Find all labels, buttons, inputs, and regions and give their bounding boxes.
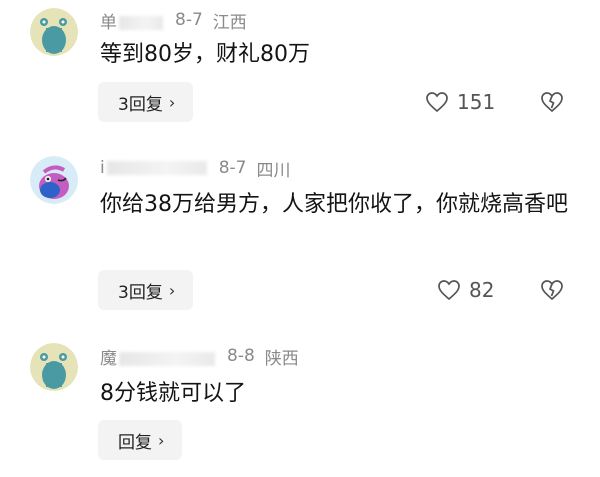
comment-meta: i 8-7 四川 — [100, 156, 291, 181]
comment-location: 陕西 — [264, 348, 299, 369]
chevron-right-icon: › — [158, 430, 165, 450]
comment-meta: 单 8-7 江西 — [100, 8, 247, 33]
reply-button[interactable]: 回复 › — [98, 420, 183, 460]
replies-button[interactable]: 3回复 › — [98, 82, 194, 122]
username[interactable]: 魔 — [100, 344, 215, 369]
comment-date: 8-8 — [227, 346, 255, 366]
comment-date: 8-7 — [218, 158, 247, 178]
like-button[interactable]: 151 — [425, 82, 495, 122]
comment-location: 江西 — [212, 12, 247, 33]
like-count: 151 — [457, 90, 496, 114]
chevron-right-icon: › — [168, 280, 176, 300]
comment-meta: 魔 8-8 陕西 — [100, 344, 299, 369]
heart-icon — [426, 92, 448, 113]
heart-icon — [438, 280, 460, 301]
replies-button[interactable]: 3回复 › — [98, 270, 194, 310]
dislike-button[interactable] — [540, 82, 564, 122]
replies-label: 3回复 — [118, 94, 163, 115]
avatar[interactable] — [30, 156, 78, 204]
replies-label: 3回复 — [118, 282, 163, 303]
comment-date: 8-7 — [175, 10, 203, 30]
like-button[interactable]: 82 — [437, 270, 494, 310]
username[interactable]: i — [100, 158, 207, 178]
dislike-button[interactable] — [540, 270, 564, 310]
comment-text: 你给38万给男方，人家把你收了，你就烧高香吧 — [100, 192, 568, 217]
comment-text: 等到80岁，财礼80万 — [100, 42, 310, 67]
avatar[interactable] — [30, 343, 78, 391]
comment-text: 8分钱就可以了 — [100, 381, 246, 406]
like-count: 82 — [469, 278, 495, 302]
username[interactable]: 单 — [100, 8, 163, 33]
broken-heart-icon — [541, 92, 563, 113]
avatar[interactable] — [30, 8, 78, 56]
reply-label: 回复 — [118, 432, 152, 453]
chevron-right-icon: › — [168, 92, 176, 112]
broken-heart-icon — [541, 280, 563, 301]
comment-location: 四川 — [256, 160, 291, 181]
